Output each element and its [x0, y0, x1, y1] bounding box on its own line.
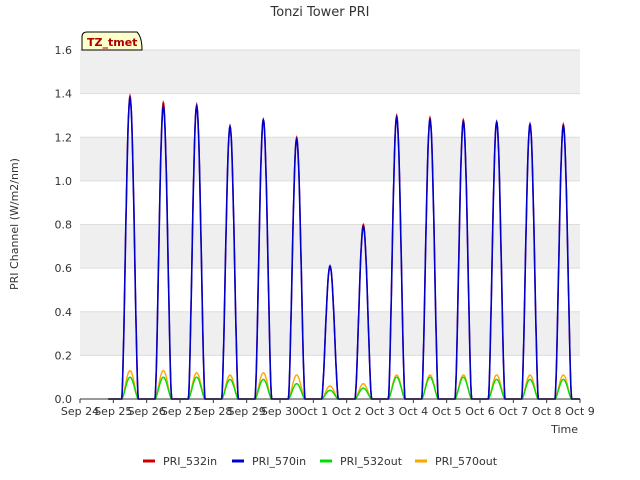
- plot-band: [80, 268, 580, 312]
- x-tick-label: Oct 6: [465, 405, 495, 418]
- x-axis-label: Time: [550, 423, 578, 436]
- legend-label: PRI_570out: [435, 455, 498, 468]
- plot-band: [80, 137, 580, 181]
- station-tag-label: TZ_tmet: [87, 36, 137, 49]
- x-tick-label: Oct 9: [565, 405, 595, 418]
- x-tick-label: Oct 7: [499, 405, 529, 418]
- x-tick-label: Oct 4: [399, 405, 429, 418]
- y-tick-label: 0.6: [55, 262, 73, 275]
- legend-label: PRI_570in: [252, 455, 306, 468]
- legend-label: PRI_532out: [340, 455, 403, 468]
- pri-chart: 0.00.20.40.60.81.01.21.41.6Sep 24Sep 25S…: [0, 0, 640, 480]
- x-tick-label: Oct 5: [432, 405, 462, 418]
- y-tick-label: 0.4: [55, 306, 73, 319]
- plot-band: [80, 311, 580, 356]
- y-tick-label: 0.8: [55, 219, 73, 232]
- plot-band: [80, 180, 580, 225]
- y-axis-label: PRI Channel (W/m2/nm): [8, 158, 21, 290]
- plot-band: [80, 224, 580, 269]
- x-tick-label: Oct 3: [365, 405, 395, 418]
- y-tick-label: 1.2: [55, 131, 73, 144]
- plot-band: [80, 93, 580, 138]
- y-tick-label: 1.4: [55, 88, 73, 101]
- plot-band: [80, 50, 580, 94]
- chart-title: Tonzi Tower PRI: [270, 5, 370, 20]
- y-tick-label: 1.6: [55, 44, 73, 57]
- legend-label: PRI_532in: [163, 455, 217, 468]
- y-tick-label: 0.2: [55, 349, 73, 362]
- x-tick-label: Oct 8: [532, 405, 562, 418]
- x-tick-label: Oct 2: [332, 405, 362, 418]
- y-tick-label: 1.0: [55, 175, 73, 188]
- x-tick-label: Oct 1: [299, 405, 329, 418]
- x-tick-label: Sep 30: [261, 405, 299, 418]
- station-tag: TZ_tmet: [81, 31, 143, 51]
